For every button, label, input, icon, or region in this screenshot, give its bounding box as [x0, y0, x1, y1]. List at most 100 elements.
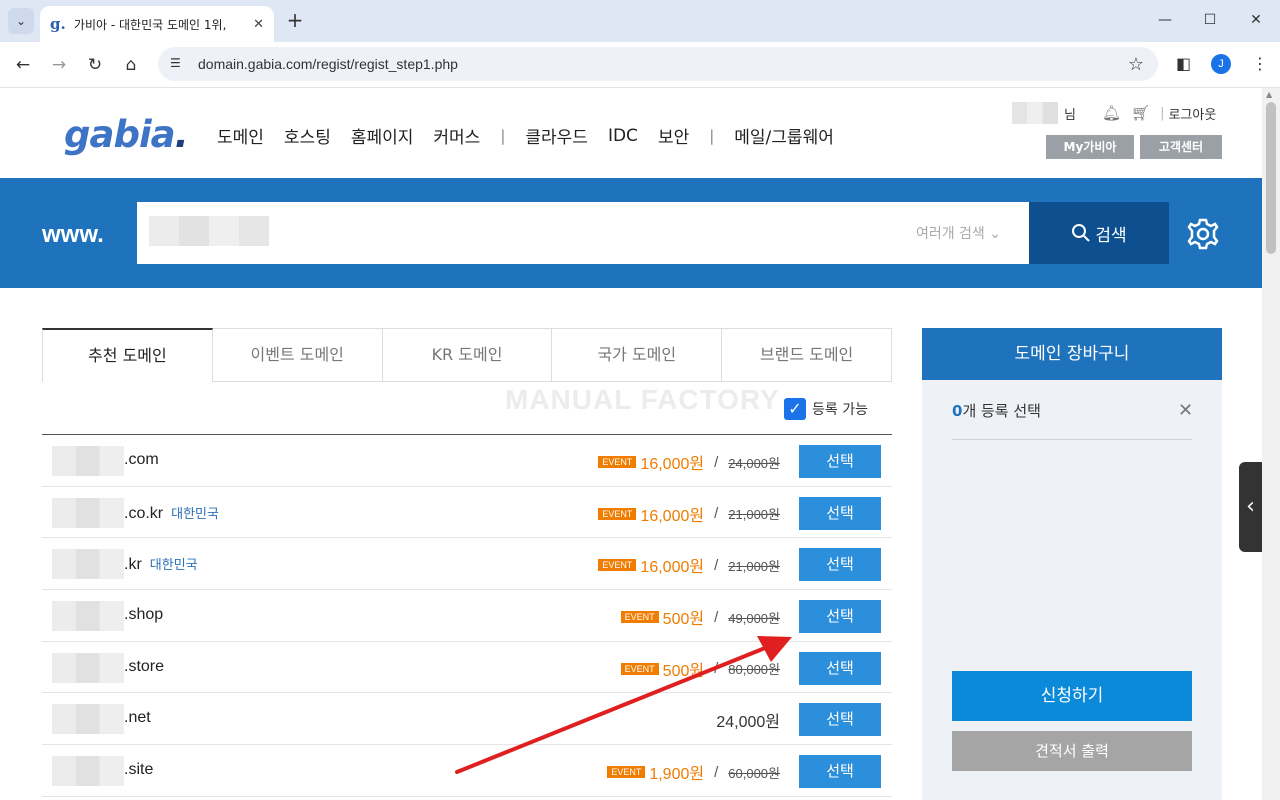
nav-mail-groupware[interactable]: 메일/그룹웨어	[734, 123, 834, 148]
price-block: EVENT 16,000원/21,000원	[598, 553, 780, 577]
event-badge: EVENT	[607, 766, 646, 779]
nav-hosting[interactable]: 호스팅	[284, 123, 331, 148]
blurred-domain-name	[52, 601, 124, 632]
blurred-domain-name	[52, 756, 124, 787]
address-bar[interactable]: ☰ domain.gabia.com/regist/regist_step1.p…	[158, 47, 1158, 81]
tab-country[interactable]: 국가 도메인	[552, 328, 723, 382]
event-price: 500원	[662, 611, 705, 629]
nav-commerce[interactable]: 커머스	[433, 123, 480, 148]
nav-cloud[interactable]: 클라우드	[525, 123, 588, 148]
checkbox-checked-icon[interactable]: ✓	[784, 398, 806, 420]
available-filter[interactable]: ✓ 등록 가능	[784, 398, 868, 420]
print-estimate-button[interactable]: 견적서 출력	[952, 731, 1192, 771]
domain-search-input[interactable]: 여러개 검색 ⌄	[137, 202, 1029, 264]
bookmark-star-icon[interactable]: ☆	[1128, 54, 1144, 75]
watermark: MANUAL FACTORY	[505, 384, 780, 415]
tab-close-icon[interactable]: ✕	[253, 17, 264, 32]
new-tab-button[interactable]: +	[284, 10, 306, 32]
select-button[interactable]: 선택	[799, 755, 881, 789]
blurred-domain-name	[52, 549, 124, 580]
tab-title: 가비아 - 대한민국 도메인 1위,	[73, 17, 227, 32]
tab-search-dropdown[interactable]: ⌄	[8, 8, 34, 34]
apply-button[interactable]: 신청하기	[952, 671, 1192, 721]
logo-text: gabia	[64, 113, 176, 156]
scroll-up-arrow-icon[interactable]: ▲	[1266, 90, 1272, 99]
profile-avatar[interactable]: J	[1211, 54, 1231, 74]
original-price: 21,000원	[728, 507, 780, 523]
price-block: 24,000원	[716, 708, 780, 732]
domain-extension: .net	[124, 709, 151, 727]
side-panel-icon[interactable]: ◧	[1176, 54, 1191, 73]
original-price: 24,000원	[728, 455, 780, 471]
home-button[interactable]: ⌂	[118, 52, 144, 78]
tab-brand[interactable]: 브랜드 도메인	[722, 328, 892, 382]
price-block: EVENT 16,000원/24,000원	[598, 450, 780, 474]
select-button[interactable]: 선택	[799, 548, 881, 582]
cart-count: 0개 등록 선택	[952, 402, 1041, 420]
chevron-down-icon: ⌄	[989, 226, 1001, 242]
price-block: EVENT 500원/49,000원	[620, 605, 780, 629]
scroll-thumb[interactable]	[1266, 102, 1276, 254]
gear-icon[interactable]	[1186, 217, 1220, 251]
nav-homepage[interactable]: 홈페이지	[351, 123, 414, 148]
www-prefix: www.	[42, 221, 104, 248]
select-button[interactable]: 선택	[799, 703, 881, 737]
my-gabia-button[interactable]: My가비아	[1046, 135, 1134, 159]
tab-recommended[interactable]: 추천 도메인	[42, 328, 213, 382]
event-price: 16,000원	[640, 507, 705, 525]
gabia-favicon-icon: g.	[50, 15, 66, 33]
forward-button[interactable]: →	[46, 52, 72, 78]
price-block: EVENT 500원/80,000원	[620, 657, 780, 681]
price-block: EVENT 1,900원/60,000원	[607, 760, 780, 784]
domain-row: .kr 대한민국 EVENT 16,000원/21,000원 선택	[42, 538, 892, 591]
logout-link[interactable]: 로그아웃	[1168, 104, 1216, 123]
domain-country-tag: 대한민국	[149, 557, 198, 573]
domain-extension: .shop	[124, 606, 164, 624]
browser-tabbar: ⌄ g. 가비아 - 대한민국 도메인 1위, ✕ + — ☐ ✕	[0, 0, 1280, 42]
window-minimize-button[interactable]: —	[1150, 8, 1180, 32]
side-panel-toggle-chevron-left-icon[interactable]: ‹	[1239, 462, 1262, 552]
window-maximize-button[interactable]: ☐	[1195, 8, 1225, 32]
browser-toolbar: ← → ↻ ⌂ ☰ domain.gabia.com/regist/regist…	[0, 42, 1280, 88]
gabia-logo[interactable]: gabia.	[64, 113, 189, 156]
page-scrollbar[interactable]: ▲	[1262, 88, 1280, 800]
domain-row: .store EVENT 500원/80,000원 선택	[42, 642, 892, 694]
multi-search-dropdown[interactable]: 여러개 검색 ⌄	[916, 223, 1001, 243]
price: 24,000원	[716, 714, 780, 732]
user-suffix: 님	[1064, 107, 1076, 123]
tab-kr[interactable]: KR 도메인	[382, 328, 553, 382]
domain-extension: .co.kr 대한민국	[124, 504, 219, 522]
domain-row: .com EVENT 16,000원/24,000원 선택	[42, 435, 892, 487]
domain-country-tag: 대한민국	[171, 505, 219, 521]
cart-icon[interactable]: 🛒︎	[1131, 104, 1150, 122]
search-button[interactable]: 검색	[1029, 202, 1169, 264]
back-button[interactable]: ←	[10, 52, 36, 78]
blurred-domain-name	[52, 652, 124, 683]
nav-idc[interactable]: IDC	[608, 126, 638, 146]
domain-cart-panel: 도메인 장바구니 0개 등록 선택 ✕ 신청하기 견적서 출력	[922, 328, 1222, 800]
browser-tab-active[interactable]: g. 가비아 - 대한민국 도메인 1위, ✕	[40, 6, 274, 42]
select-button[interactable]: 선택	[799, 445, 881, 478]
blurred-domain-name	[52, 446, 124, 476]
domain-category-tabs: 추천 도메인 이벤트 도메인 KR 도메인 국가 도메인 브랜드 도메인	[42, 328, 892, 382]
nav-domain[interactable]: 도메인	[217, 123, 264, 148]
site-info-icon[interactable]: ☰	[170, 56, 186, 72]
domain-row: .co.kr 대한민국 EVENT 16,000원/21,000원 선택	[42, 487, 892, 539]
url-text[interactable]: domain.gabia.com/regist/regist_step1.php	[198, 56, 458, 72]
blurred-search-text	[149, 216, 269, 246]
support-center-button[interactable]: 고객센터	[1140, 135, 1222, 159]
nav-divider: |	[500, 126, 506, 145]
window-close-button[interactable]: ✕	[1241, 8, 1271, 32]
select-button[interactable]: 선택	[799, 651, 881, 685]
browser-menu-icon[interactable]: ⋮	[1252, 54, 1268, 73]
select-button[interactable]: 선택	[799, 496, 881, 530]
select-button[interactable]: 선택	[799, 600, 881, 634]
bell-icon[interactable]: 🔔︎	[1102, 104, 1121, 122]
event-price: 500원	[662, 662, 705, 680]
original-price: 21,000원	[728, 558, 780, 574]
nav-security[interactable]: 보안	[658, 123, 689, 148]
reload-button[interactable]: ↻	[82, 52, 108, 78]
tab-event[interactable]: 이벤트 도메인	[212, 328, 383, 382]
close-icon[interactable]: ✕	[1178, 400, 1193, 421]
original-price: 49,000원	[728, 610, 780, 626]
